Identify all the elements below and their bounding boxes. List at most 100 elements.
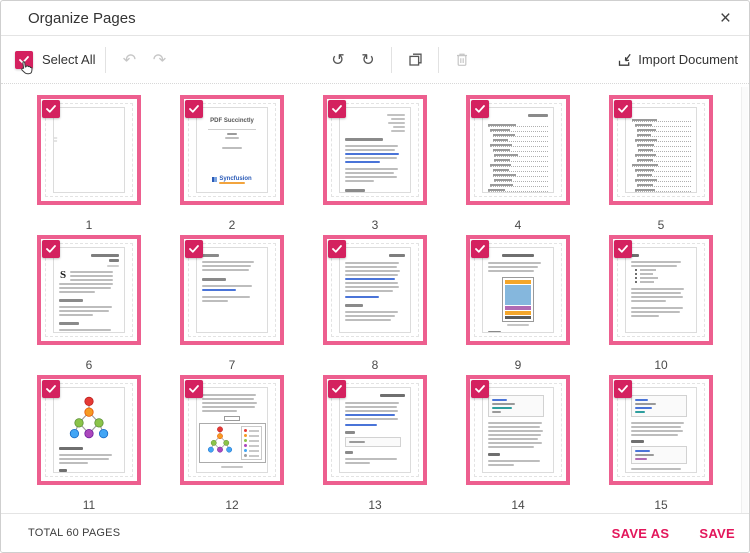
page-thumbnail[interactable]: PDF Succinctly Syncfusion <box>180 95 284 205</box>
page-cell: 3 <box>323 95 427 235</box>
page-thumbnail[interactable] <box>466 235 570 345</box>
page-checkbox[interactable] <box>471 240 489 258</box>
page-cell: PDF Succinctly Syncfusion 2 <box>180 95 284 235</box>
toolbar-divider <box>391 46 392 73</box>
select-all-label[interactable]: Select All <box>42 52 95 67</box>
check-icon <box>46 385 56 393</box>
page-cell: 12 <box>180 375 284 513</box>
page-cell: 10 <box>609 235 713 375</box>
page-thumbnail[interactable] <box>180 235 284 345</box>
page-number: 11 <box>82 498 96 512</box>
page-cell: 9 <box>466 235 570 375</box>
select-all-checkbox[interactable] <box>15 50 33 74</box>
page-checkbox[interactable] <box>42 380 60 398</box>
dialog-title: Organize Pages <box>28 9 136 27</box>
page-checkbox[interactable] <box>471 380 489 398</box>
trash-icon <box>457 53 467 66</box>
page-number: 3 <box>371 218 379 232</box>
hand-cursor-icon <box>19 59 35 81</box>
page-thumbnail[interactable] <box>466 95 570 205</box>
page-checkbox[interactable] <box>471 100 489 118</box>
page-checkbox[interactable] <box>614 100 632 118</box>
import-document-label: Import Document <box>638 52 738 67</box>
toolbar: Select All ↶ ↷ ↺ ↻ Import Document <box>1 36 749 84</box>
check-icon <box>46 105 56 113</box>
check-icon <box>475 105 485 113</box>
page-checkbox[interactable] <box>185 100 203 118</box>
page-cell: 14 <box>466 375 570 513</box>
import-document-button[interactable]: Import Document <box>617 36 738 83</box>
check-icon <box>189 385 199 393</box>
page-checkbox[interactable] <box>42 100 60 118</box>
page-checkbox[interactable] <box>614 240 632 258</box>
undo-icon: ↶ <box>122 49 137 69</box>
check-icon <box>618 245 628 253</box>
undo-button[interactable]: ↶ <box>116 47 142 73</box>
copy-pages-button[interactable] <box>402 47 428 73</box>
delete-pages-button[interactable] <box>449 47 475 73</box>
page-cell: 4 <box>466 95 570 235</box>
page-number: 7 <box>228 358 236 372</box>
cover-title: PDF <box>54 137 58 146</box>
page-thumbnail[interactable] <box>323 235 427 345</box>
page-cell: 13 <box>323 375 427 513</box>
doc-title: PDF Succinctly <box>210 118 254 124</box>
vertical-scrollbar[interactable] <box>741 87 748 513</box>
page-thumbnail[interactable] <box>609 375 713 485</box>
page-number: 15 <box>654 498 668 512</box>
redo-button[interactable]: ↷ <box>146 47 172 73</box>
page-checkbox[interactable] <box>328 100 346 118</box>
page-thumbnail[interactable] <box>609 95 713 205</box>
check-icon <box>618 385 628 393</box>
page-thumbnail[interactable] <box>323 95 427 205</box>
dialog-footer: TOTAL 60 PAGES SAVE AS SAVE <box>1 513 749 552</box>
page-number: 9 <box>514 358 522 372</box>
page-checkbox[interactable] <box>328 380 346 398</box>
diagram-legend <box>240 426 262 460</box>
page-checkbox[interactable] <box>185 380 203 398</box>
page-thumbnail[interactable] <box>37 375 141 485</box>
check-icon <box>332 245 342 253</box>
page-thumbnail[interactable] <box>466 375 570 485</box>
close-icon[interactable]: × <box>716 7 735 30</box>
page-number: 4 <box>514 218 522 232</box>
page-checkbox[interactable] <box>614 380 632 398</box>
page-checkbox[interactable] <box>185 240 203 258</box>
page-number: 8 <box>371 358 379 372</box>
page-thumbnail[interactable]: PDF <box>37 95 141 205</box>
page-thumbnail[interactable] <box>323 375 427 485</box>
rotate-left-button[interactable]: ↺ <box>325 47 351 73</box>
rotate-right-icon: ↻ <box>361 49 375 69</box>
check-icon <box>618 105 628 113</box>
check-icon <box>189 245 199 253</box>
page-cell: PDF 1 <box>37 95 141 235</box>
check-icon <box>332 105 342 113</box>
page-cell: 11 <box>37 375 141 513</box>
check-icon <box>46 245 56 253</box>
code-block <box>631 395 688 417</box>
page-number: 1 <box>85 218 93 232</box>
page-number: 5 <box>657 218 665 232</box>
page-checkbox[interactable] <box>328 240 346 258</box>
page-number: 10 <box>654 358 668 372</box>
toolbar-divider <box>105 46 107 73</box>
organize-pages-dialog: Organize Pages × Select All ↶ ↷ ↺ ↻ Impo… <box>0 0 750 553</box>
rotate-left-icon: ↺ <box>331 49 345 69</box>
page-checkbox[interactable] <box>42 240 60 258</box>
page-cell: S 6 <box>37 235 141 375</box>
page-thumbnail[interactable] <box>609 235 713 345</box>
save-button[interactable]: SAVE <box>699 526 735 541</box>
tree-diagram <box>69 396 109 439</box>
code-block <box>631 446 688 464</box>
toolbar-divider <box>438 46 439 73</box>
page-thumbnail[interactable]: S <box>37 235 141 345</box>
save-as-button[interactable]: SAVE AS <box>612 526 670 541</box>
page-thumbnail[interactable] <box>180 375 284 485</box>
rotate-right-button[interactable]: ↻ <box>355 47 381 73</box>
page-cell: 8 <box>323 235 427 375</box>
dialog-header: Organize Pages × <box>1 1 749 36</box>
page-structure-diagram <box>502 277 534 322</box>
check-icon <box>332 385 342 393</box>
tree-diagram <box>207 426 232 453</box>
page-number: 6 <box>85 358 93 372</box>
